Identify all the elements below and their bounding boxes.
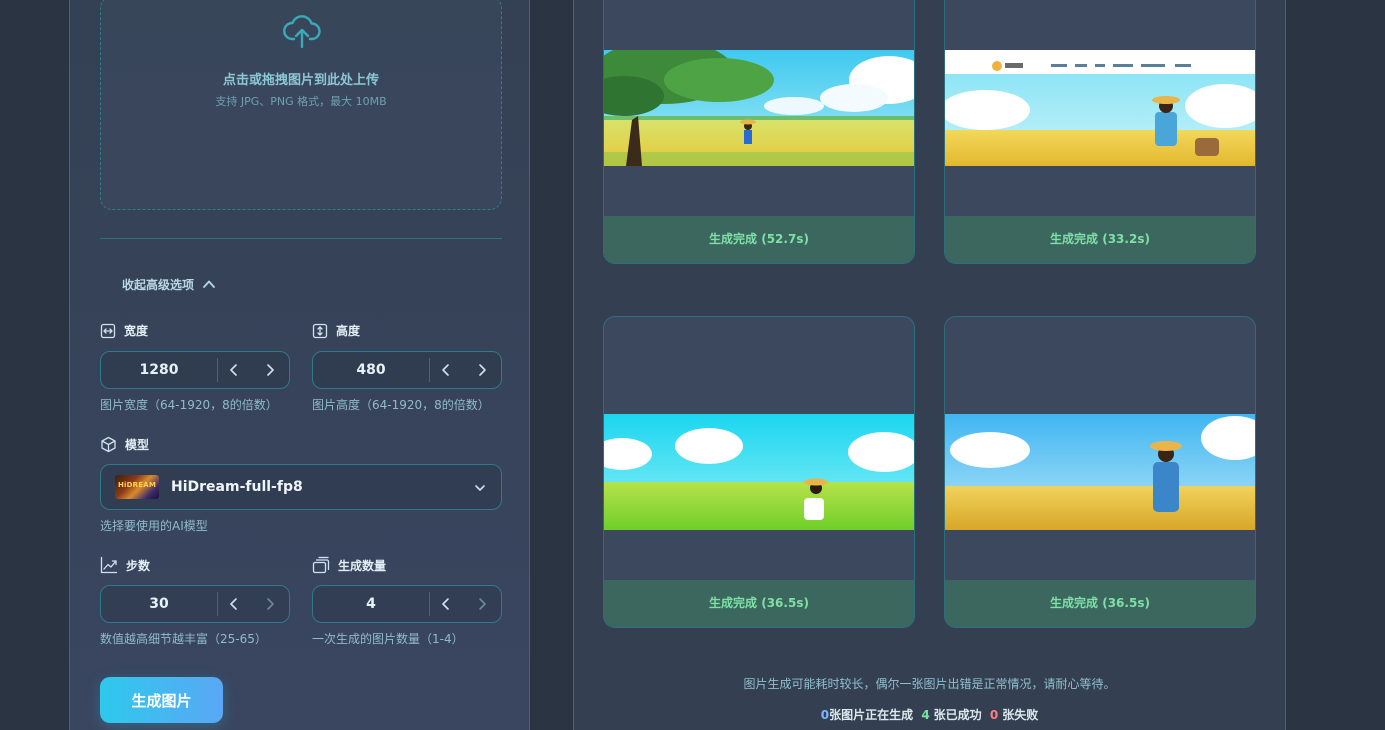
height-stepper: 480	[312, 351, 502, 389]
chevron-left-icon[interactable]	[437, 595, 455, 613]
stepper-separator	[217, 358, 218, 382]
success-count: 4	[921, 708, 930, 722]
chevron-down-icon	[475, 485, 485, 491]
stepper-separator	[429, 358, 430, 382]
result-image[interactable]	[945, 50, 1255, 166]
height-input[interactable]: 480	[313, 352, 429, 388]
width-stepper: 1280	[100, 351, 290, 389]
result-card[interactable]: 生成完成 (36.5s)	[944, 316, 1256, 628]
chevron-up-icon	[203, 280, 215, 288]
result-status: 生成完成 (36.5s)	[604, 580, 914, 627]
success-label: 张已成功	[933, 708, 982, 722]
pending-label: 张图片正在生成	[829, 708, 914, 722]
advanced-options-toggle[interactable]: 收起高级选项	[122, 274, 216, 294]
result-card[interactable]: 生成完成 (52.7s)	[603, 0, 915, 264]
result-card[interactable]: 生成完成 (36.5s)	[603, 316, 915, 628]
upload-cloud-icon	[283, 15, 321, 49]
model-label: 模型	[100, 436, 149, 453]
cube-icon	[101, 436, 116, 453]
steps-input[interactable]: 30	[101, 586, 217, 622]
result-image[interactable]	[604, 414, 914, 530]
width-arrows-icon	[100, 323, 116, 338]
model-label-text: 模型	[125, 438, 150, 452]
height-hint: 图片高度（64-1920，8的倍数）	[312, 398, 490, 412]
count-hint: 一次生成的图片数量（1-4）	[312, 632, 464, 646]
steps-hint: 数值越高细节越丰富（25-65）	[100, 632, 267, 646]
result-card[interactable]: 生成完成 (33.2s)	[944, 0, 1256, 264]
model-thumbnail-text: HiDREAM	[117, 481, 157, 489]
result-status: 生成完成 (33.2s)	[945, 216, 1255, 263]
model-select[interactable]: HiDREAM HiDream-full-fp8	[100, 464, 502, 510]
chevron-right-icon[interactable]	[261, 361, 279, 379]
chevron-right-icon[interactable]	[261, 595, 279, 613]
width-label: 宽度	[100, 322, 148, 339]
generation-summary: 0张图片正在生成 4 张已成功 0 张失败	[574, 706, 1285, 723]
stepper-separator	[217, 592, 218, 616]
count-label-text: 生成数量	[338, 558, 387, 573]
width-hint: 图片宽度（64-1920，8的倍数）	[100, 398, 278, 412]
stack-icon	[312, 556, 330, 574]
stepper-separator	[429, 592, 430, 616]
steps-label: 步数	[100, 556, 150, 574]
advanced-options-label: 收起高级选项	[122, 277, 195, 292]
generate-button[interactable]: 生成图片	[100, 677, 223, 723]
chevron-left-icon[interactable]	[225, 595, 243, 613]
image-upload-dropzone[interactable]: 点击或拖拽图片到此处上传 支持 JPG、PNG 格式，最大 10MB	[100, 0, 502, 210]
section-divider	[100, 238, 502, 239]
upload-hint: 支持 JPG、PNG 格式，最大 10MB	[215, 95, 387, 108]
model-selected-value: HiDream-full-fp8	[171, 479, 303, 495]
height-label: 高度	[312, 322, 360, 339]
chart-line-icon	[100, 556, 118, 574]
settings-panel: 点击或拖拽图片到此处上传 支持 JPG、PNG 格式，最大 10MB 收起高级选…	[69, 0, 530, 730]
upload-title: 点击或拖拽图片到此处上传	[222, 73, 379, 88]
fail-label: 张失败	[1002, 708, 1039, 722]
pending-count: 0	[820, 708, 830, 722]
height-label-text: 高度	[336, 324, 361, 338]
chevron-left-icon[interactable]	[225, 361, 243, 379]
result-status: 生成完成 (52.7s)	[604, 216, 914, 263]
fail-count: 0	[989, 708, 999, 722]
model-hint: 选择要使用的AI模型	[100, 519, 208, 533]
model-thumbnail: HiDREAM	[115, 475, 159, 499]
height-arrows-icon	[312, 323, 328, 338]
result-status: 生成完成 (36.5s)	[945, 580, 1255, 627]
count-label: 生成数量	[312, 556, 386, 574]
width-label-text: 宽度	[124, 324, 149, 338]
steps-label-text: 步数	[126, 558, 151, 573]
chevron-right-icon[interactable]	[473, 595, 491, 613]
generation-notice: 图片生成可能耗时较长，偶尔一张图片出错是正常情况，请耐心等待。	[743, 677, 1116, 691]
app-root: 点击或拖拽图片到此处上传 支持 JPG、PNG 格式，最大 10MB 收起高级选…	[0, 0, 1385, 730]
chevron-left-icon[interactable]	[437, 361, 455, 379]
count-input[interactable]: 4	[313, 586, 429, 622]
result-image[interactable]	[604, 50, 914, 166]
width-input[interactable]: 1280	[101, 352, 217, 388]
count-stepper: 4	[312, 585, 502, 623]
results-panel: 生成完成 (52.7s) 生成完成 (33.2s) 生成完成 (36.5s) 生…	[573, 0, 1286, 730]
chevron-right-icon[interactable]	[473, 361, 491, 379]
result-image[interactable]	[945, 414, 1255, 530]
steps-stepper: 30	[100, 585, 290, 623]
